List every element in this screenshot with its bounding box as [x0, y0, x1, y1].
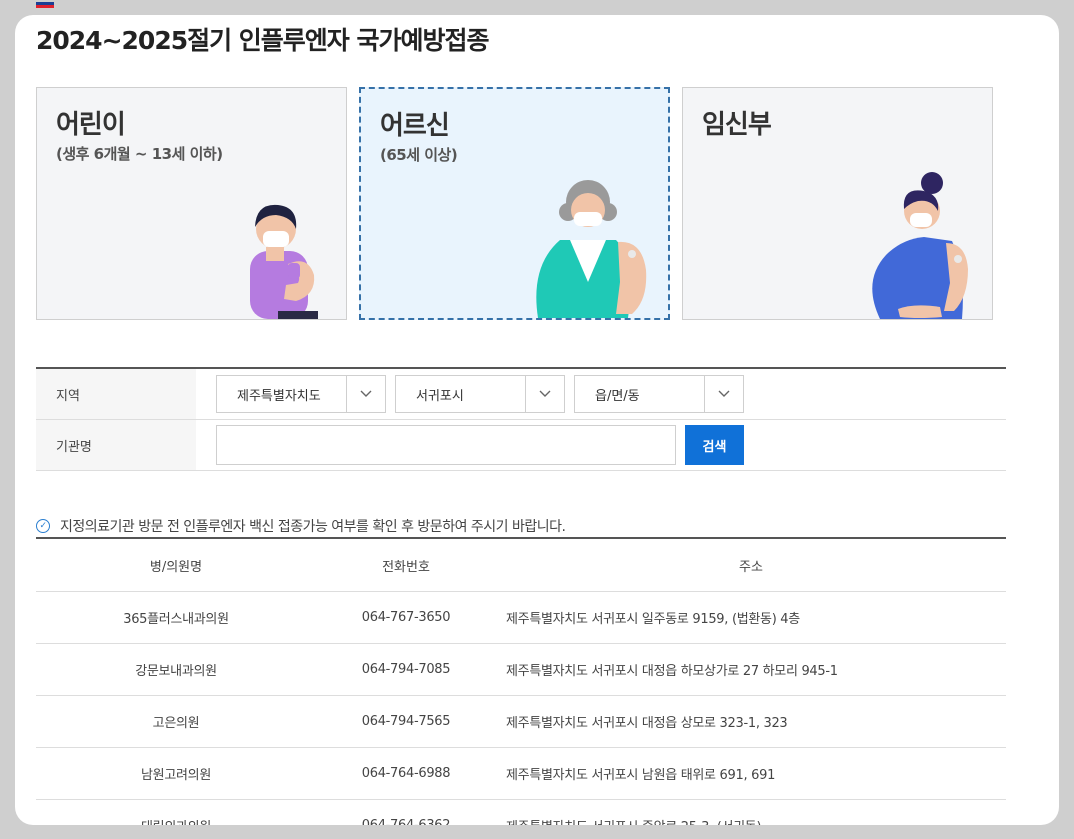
- clinic-address: 제주특별자치도 서귀포시 대정읍 상모로 323-1, 323: [496, 695, 1006, 748]
- table-header: 병/의원명 전화번호 주소: [36, 538, 1006, 592]
- clinic-phone: 064-764-6362: [316, 799, 496, 825]
- table-row: 고은의원 064-794-7565 제주특별자치도 서귀포시 대정읍 상모로 3…: [36, 695, 1006, 748]
- clinic-address: 제주특별자치도 서귀포시 남원읍 태위로 691, 691: [496, 747, 1006, 800]
- clinic-phone: 064-764-6988: [316, 747, 496, 800]
- clinic-address: 제주특별자치도 서귀포시 중앙로 25-3, (서귀동): [496, 799, 1006, 825]
- category-pregnant[interactable]: 임신부: [682, 87, 993, 320]
- clinic-name: 남원고려의원: [36, 747, 316, 800]
- category-seniors[interactable]: 어르신 (65세 이상): [359, 87, 670, 320]
- province-select[interactable]: 제주특별자치도: [216, 375, 386, 413]
- check-circle-icon: ✓: [36, 519, 50, 533]
- town-select[interactable]: 읍/면/동: [574, 375, 744, 413]
- category-name: 임신부: [702, 110, 772, 140]
- clinic-address: 제주특별자치도 서귀포시 대정읍 하모상가로 27 하모리 945-1: [496, 643, 1006, 696]
- chevron-down-icon: [704, 376, 743, 412]
- child-illustration: [250, 204, 318, 319]
- region-row: 지역 제주특별자치도 서귀포시 읍/면/동: [36, 369, 1006, 420]
- name-cell: 검색: [196, 425, 744, 465]
- col-header-name: 병/의원명: [36, 538, 316, 592]
- clinic-name: 고은의원: [36, 695, 316, 748]
- clinic-phone: 064-767-3650: [316, 591, 496, 644]
- region-selects: 제주특별자치도 서귀포시 읍/면/동: [196, 375, 753, 413]
- clinic-name: 강문보내과의원: [36, 643, 316, 696]
- pregnant-illustration: [872, 172, 968, 319]
- category-name: 어르신: [380, 111, 450, 141]
- institution-name-input[interactable]: [216, 425, 676, 465]
- table-row: 365플러스내과의원 064-767-3650 제주특별자치도 서귀포시 일주동…: [36, 591, 1006, 644]
- notice-text: 지정의료기관 방문 전 인플루엔자 백신 접종가능 여부를 확인 후 방문하여 …: [60, 519, 566, 535]
- chevron-down-icon: [525, 376, 564, 412]
- results-table: 병/의원명 전화번호 주소 365플러스내과의원 064-767-3650 제주…: [36, 537, 1006, 825]
- category-children[interactable]: 어린이 (생후 6개월 ~ 13세 이하): [36, 87, 347, 320]
- senior-illustration: [536, 180, 647, 318]
- province-value: 제주특별자치도: [237, 388, 321, 404]
- page-title: 2024~2025절기 인플루엔자 국가예방접종: [36, 26, 490, 55]
- city-select[interactable]: 서귀포시: [395, 375, 565, 413]
- clinic-name: 대림외과의원: [36, 799, 316, 825]
- col-header-phone: 전화번호: [316, 538, 496, 592]
- search-button[interactable]: 검색: [685, 425, 744, 465]
- category-name: 어린이: [56, 110, 126, 140]
- clinic-phone: 064-794-7085: [316, 643, 496, 696]
- flag-icon: [36, 2, 54, 8]
- clinic-phone: 064-794-7565: [316, 695, 496, 748]
- col-header-address: 주소: [496, 538, 1006, 592]
- category-sub: (65세 이상): [380, 146, 458, 164]
- table-row: 남원고려의원 064-764-6988 제주특별자치도 서귀포시 남원읍 태위로…: [36, 747, 1006, 800]
- chevron-down-icon: [346, 376, 385, 412]
- table-row: 대림외과의원 064-764-6362 제주특별자치도 서귀포시 중앙로 25-…: [36, 799, 1006, 825]
- name-label: 기관명: [36, 420, 196, 470]
- region-label: 지역: [36, 369, 196, 419]
- city-value: 서귀포시: [416, 388, 464, 404]
- content-card: 2024~2025절기 인플루엔자 국가예방접종 어린이 (생후 6개월 ~ 1…: [15, 15, 1059, 825]
- search-form: 지역 제주특별자치도 서귀포시 읍/면/동 기관명 검색: [36, 367, 1006, 471]
- notice: ✓ 지정의료기관 방문 전 인플루엔자 백신 접종가능 여부를 확인 후 방문하…: [36, 516, 566, 536]
- category-sub: (생후 6개월 ~ 13세 이하): [56, 145, 223, 163]
- name-row: 기관명 검색: [36, 420, 1006, 471]
- town-value: 읍/면/동: [595, 388, 640, 404]
- clinic-name: 365플러스내과의원: [36, 591, 316, 644]
- clinic-address: 제주특별자치도 서귀포시 일주동로 9159, (법환동) 4층: [496, 591, 1006, 644]
- table-row: 강문보내과의원 064-794-7085 제주특별자치도 서귀포시 대정읍 하모…: [36, 643, 1006, 696]
